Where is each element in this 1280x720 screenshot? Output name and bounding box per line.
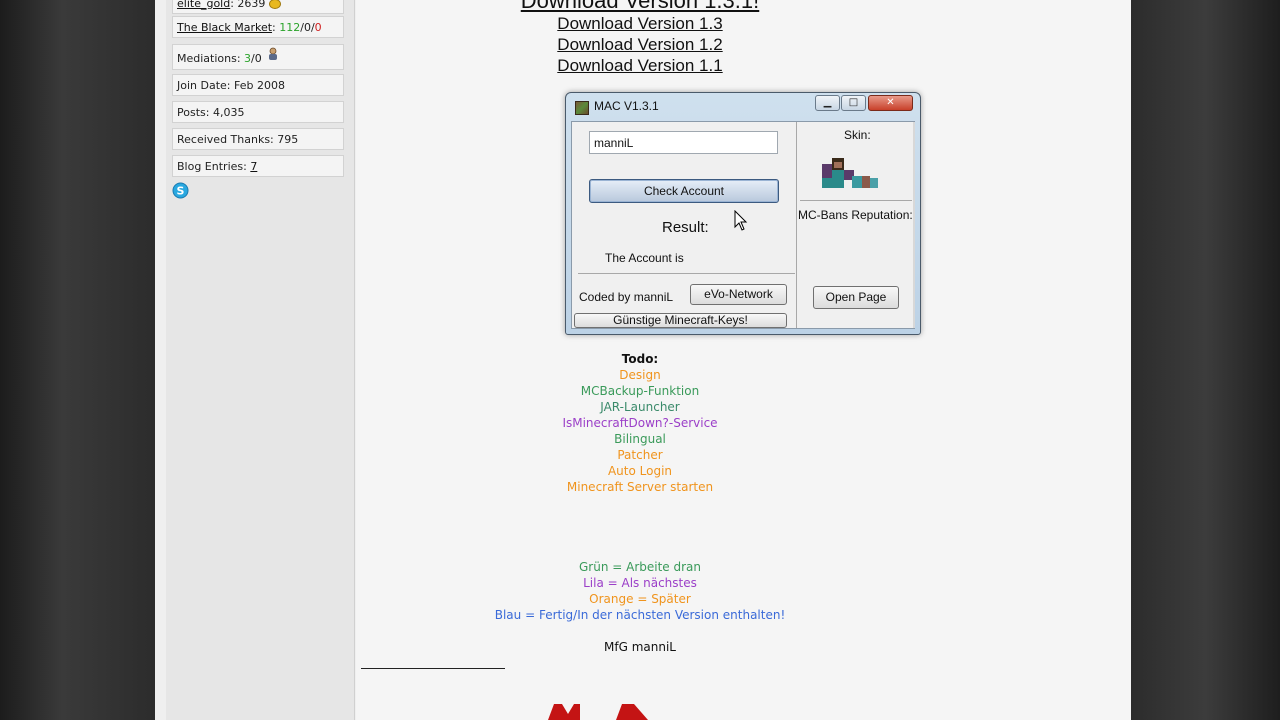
todo-item: JAR-Launcher	[600, 400, 680, 414]
left-panel-separator	[578, 273, 795, 274]
download-link-1-3[interactable]: Download Version 1.3	[0, 13, 1280, 34]
signature-divider	[361, 668, 505, 669]
stat-posts: Posts: 4,035	[172, 101, 344, 123]
svg-text:S: S	[177, 185, 185, 198]
legend-item: Orange = Später	[589, 592, 691, 606]
result-label: Result:	[662, 219, 709, 236]
blog-entries-link[interactable]: 7	[250, 160, 257, 173]
mcbans-reputation-label: MC-Bans Reputation:	[798, 208, 913, 222]
todo-item: Bilingual	[614, 432, 666, 446]
download-list: Download Version 1.3 Download Version 1.…	[0, 13, 1280, 76]
stat-blog-entries: Blog Entries: 7	[172, 155, 344, 177]
todo-item: MCBackup-Funktion	[580, 384, 700, 398]
download-link-1-3-1[interactable]: Download Version 1.3.1!	[0, 0, 1280, 13]
account-status-label: The Account is	[605, 251, 684, 265]
skype-icon[interactable]: S	[172, 182, 189, 199]
todo-title: Todo:	[621, 352, 659, 366]
todo-item: Minecraft Server starten	[566, 480, 714, 494]
skin-preview-image	[822, 158, 878, 188]
download-link-1-1[interactable]: Download Version 1.1	[0, 55, 1280, 76]
signature-logo	[548, 704, 648, 720]
username-input[interactable]	[589, 131, 778, 154]
color-legend: Grün = Arbeite dran Lila = Als nächstes …	[0, 559, 1280, 623]
panel-divider	[796, 122, 797, 328]
todo-item: Auto Login	[607, 464, 673, 478]
right-scroll-edge	[913, 122, 915, 328]
coded-by-label: Coded by manniL	[579, 290, 674, 304]
blog-entries-label: Blog Entries:	[177, 160, 251, 173]
legend-item: Lila = Als nächstes	[583, 576, 697, 590]
download-link-1-2[interactable]: Download Version 1.2	[0, 34, 1280, 55]
app-icon	[575, 101, 589, 115]
mouse-cursor-icon	[734, 210, 748, 231]
todo-item: Patcher	[617, 448, 663, 462]
todo-list: Design MCBackup-Funktion JAR-Launcher Is…	[0, 367, 1280, 495]
todo-item: Design	[619, 368, 661, 382]
maximize-button[interactable]: □	[841, 95, 866, 111]
minecraft-keys-button[interactable]: Günstige Minecraft-Keys!	[574, 313, 787, 328]
todo-item: IsMinecraftDown?-Service	[562, 416, 718, 430]
stat-received-thanks: Received Thanks: 795	[172, 128, 344, 150]
signoff: MfG manniL	[604, 640, 676, 654]
stat-join-date: Join Date: Feb 2008	[172, 74, 344, 96]
join-date-text: Join Date: Feb 2008	[177, 79, 285, 92]
window-title: MAC V1.3.1	[594, 99, 659, 113]
thanks-text: Received Thanks: 795	[177, 133, 299, 146]
close-button[interactable]: ✕	[868, 95, 913, 111]
posts-text: Posts: 4,035	[177, 106, 245, 119]
evo-network-button[interactable]: eVo-Network	[690, 284, 787, 305]
legend-item: Grün = Arbeite dran	[578, 560, 701, 574]
right-panel-separator	[800, 200, 912, 201]
skin-label: Skin:	[844, 128, 871, 142]
legend-item: Blau = Fertig/In der nächsten Version en…	[494, 608, 786, 622]
minimize-button[interactable]: ▁	[815, 95, 840, 111]
check-account-button[interactable]: Check Account	[589, 179, 779, 203]
open-page-button[interactable]: Open Page	[813, 286, 899, 309]
